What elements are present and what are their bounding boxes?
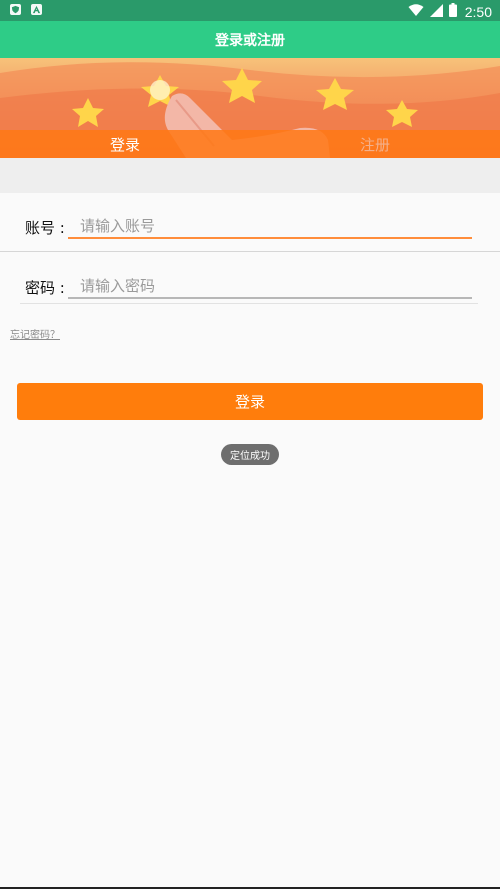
account-underline [68, 237, 472, 239]
wifi-icon [408, 2, 424, 21]
tab-register[interactable]: 注册 [250, 130, 500, 158]
toast-text: 定位成功 [230, 451, 270, 462]
page-title-bar: 登录或注册 [0, 21, 500, 58]
status-bar: 2:50 [0, 0, 500, 21]
password-label: 密码 : [25, 279, 65, 297]
signal-icon [429, 2, 443, 21]
page-title: 登录或注册 [215, 32, 285, 49]
status-left-icons [10, 4, 42, 15]
battery-icon [448, 2, 457, 21]
account-row: 账号 : [0, 193, 500, 253]
a-letter-icon [31, 4, 42, 15]
spacer-band [0, 158, 500, 193]
password-divider [20, 303, 478, 304]
shield-icon [10, 4, 21, 15]
toast-message: 定位成功 [221, 444, 279, 465]
tab-register-label: 注册 [359, 135, 390, 154]
login-register-tabs: 登录 注册 [0, 130, 500, 158]
forgot-password-link[interactable]: 忘记密码？ [10, 326, 60, 341]
login-form: 账号 : 密码 : 忘记密码？ 登录 定位成功 [0, 193, 500, 889]
account-divider [0, 251, 500, 252]
password-row: 密码 : [0, 253, 500, 313]
tab-login[interactable]: 登录 [0, 130, 250, 158]
status-right-icons: 2:50 [408, 2, 492, 21]
status-time: 2:50 [464, 3, 492, 20]
password-underline [68, 297, 472, 299]
password-input[interactable] [68, 274, 472, 298]
account-label: 账号 : [25, 219, 65, 237]
account-input[interactable] [68, 214, 472, 238]
login-button[interactable]: 登录 [17, 383, 483, 420]
tab-login-label: 登录 [109, 135, 140, 154]
